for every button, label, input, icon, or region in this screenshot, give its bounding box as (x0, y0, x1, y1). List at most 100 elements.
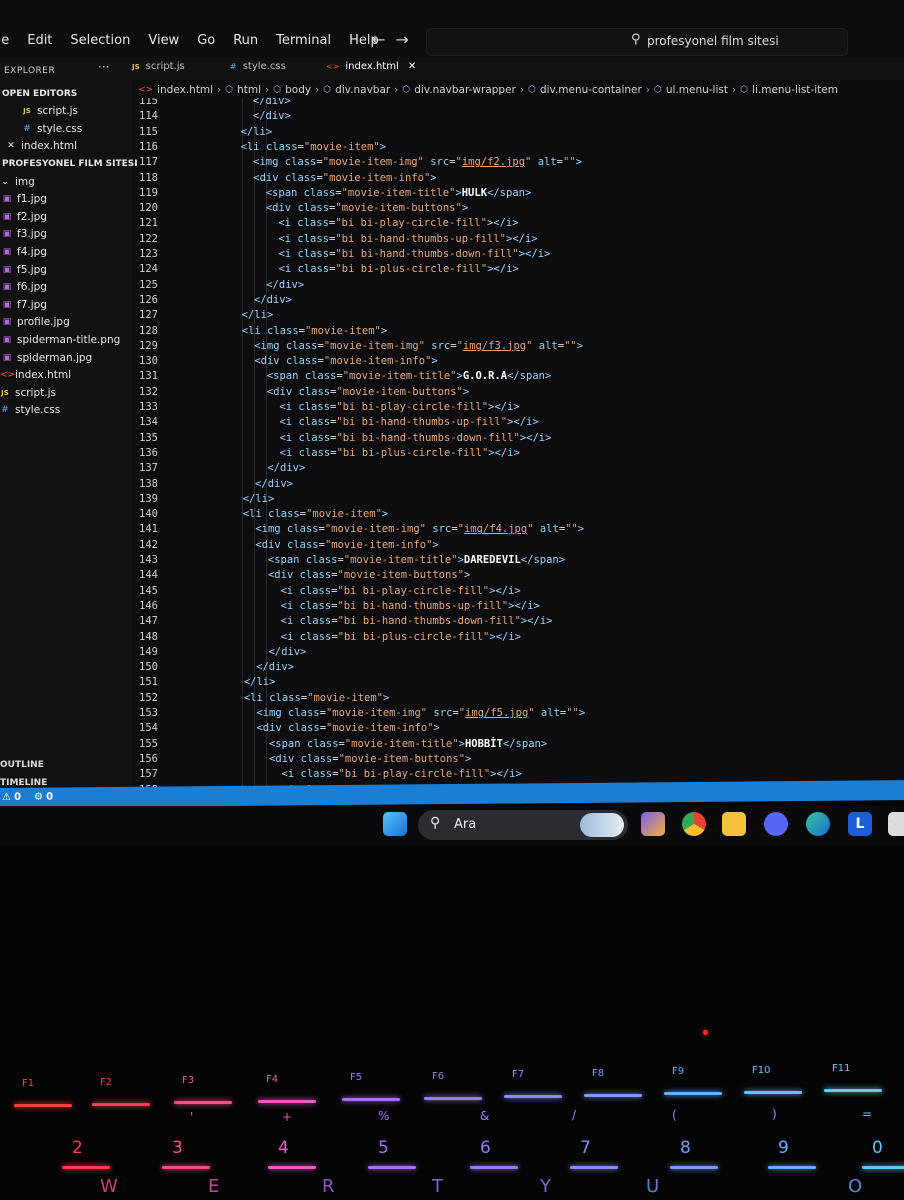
number-key[interactable]: 2 (72, 1138, 83, 1158)
code-line[interactable]: <i class="bi bi-hand-thumbs-up-fill"></i… (281, 600, 540, 612)
l-app-icon[interactable]: L (848, 812, 872, 836)
code-line[interactable]: <i class="bi bi-hand-thumbs-down-fill"><… (279, 248, 551, 260)
code-line[interactable]: </li> (243, 493, 275, 505)
code-line[interactable]: <i class="bi bi-play-circle-fill"></i> (282, 768, 522, 780)
symbol-key[interactable]: ' (190, 1110, 193, 1124)
discord-icon[interactable] (764, 812, 788, 836)
code-line[interactable]: </li> (244, 676, 276, 688)
file-item[interactable]: ▣ f6.jpg (2, 279, 47, 296)
code-line[interactable]: <i class="bi bi-hand-thumbs-down-fill"><… (281, 615, 553, 627)
letter-key[interactable]: T (432, 1176, 443, 1197)
code-line[interactable]: <img class="movie-item-img" src="img/f3.… (254, 340, 583, 352)
code-line[interactable]: <i class="bi bi-plus-circle-fill"></i> (280, 447, 520, 459)
code-line[interactable]: <i class="bi bi-play-circle-fill"></i> (279, 401, 519, 413)
menu-item[interactable]: Run (233, 33, 258, 48)
menu-item[interactable]: Edit (27, 33, 52, 48)
function-key[interactable]: F9 (672, 1066, 684, 1077)
file-explorer-icon[interactable] (722, 812, 746, 836)
code-line[interactable]: </li> (241, 126, 273, 138)
letter-key[interactable]: R (322, 1176, 335, 1197)
open-editor-script[interactable]: JS script.js (22, 103, 78, 120)
chrome-icon[interactable] (682, 812, 706, 836)
copilot-icon[interactable] (641, 812, 665, 836)
code-line[interactable]: </div> (253, 110, 291, 122)
menu-item[interactable]: Go (197, 33, 215, 48)
code-line[interactable]: <span class="movie-item-title">DAREDEVIL… (268, 554, 565, 566)
menu-item[interactable]: ile (0, 33, 9, 48)
number-key[interactable]: 9 (778, 1138, 789, 1158)
file-item[interactable]: ▣ f2.jpg (2, 208, 47, 225)
letter-key[interactable]: Y (540, 1176, 551, 1197)
code-line[interactable]: <i class="bi bi-play-circle-fill"></i> (280, 585, 520, 597)
function-key[interactable]: F11 (832, 1063, 850, 1074)
number-key[interactable]: 0 (872, 1138, 883, 1158)
code-line[interactable]: </div> (254, 294, 292, 306)
code-line[interactable]: <li class="movie-item"> (243, 508, 388, 520)
file-item[interactable]: ▣ f7.jpg (2, 296, 47, 313)
breadcrumb-item[interactable]: html (237, 84, 261, 96)
number-key[interactable]: 5 (378, 1138, 389, 1158)
code-line[interactable]: <li class="movie-item"> (241, 141, 386, 153)
menu-item[interactable]: View (148, 33, 179, 48)
code-line[interactable]: <img class="movie-item-img" src="img/f2.… (253, 156, 582, 168)
symbol-key[interactable]: ( (672, 1108, 677, 1122)
code-line[interactable]: </div> (266, 279, 304, 291)
code-line[interactable]: <span class="movie-item-title">G.O.R.A</… (267, 370, 552, 382)
edge-icon[interactable] (806, 812, 830, 836)
file-item[interactable]: ▣ spiderman.jpg (2, 349, 92, 366)
function-key[interactable]: F10 (752, 1065, 770, 1076)
symbol-key[interactable]: % (378, 1109, 389, 1123)
code-line[interactable]: </div> (256, 661, 294, 673)
code-line[interactable]: </div> (253, 98, 291, 107)
function-key[interactable]: F3 (182, 1075, 194, 1086)
project-section[interactable]: PROFESYONEL FILM SITESI (2, 155, 138, 172)
letter-key[interactable]: W (100, 1176, 118, 1197)
symbol-key[interactable]: & (480, 1109, 489, 1123)
breadcrumb-item[interactable]: li.menu-list-item (752, 84, 838, 96)
function-key[interactable]: F8 (592, 1068, 604, 1079)
taskbar-search[interactable]: ⚲ Ara (418, 810, 628, 840)
number-key[interactable]: 3 (172, 1138, 183, 1158)
command-center-search[interactable]: ⚲ profesyonel film sitesi (426, 28, 848, 56)
code-line[interactable]: </li> (242, 309, 274, 321)
code-line[interactable]: <i class="bi bi-play-circle-fill"></i> (278, 217, 518, 229)
code-line[interactable]: <img class="movie-item-img" src="img/f5.… (256, 707, 585, 719)
ports-status[interactable]: ⚙ 0 (34, 792, 53, 803)
breadcrumb-item[interactable]: body (285, 84, 311, 96)
function-key[interactable]: F7 (512, 1069, 524, 1080)
file-item[interactable]: ▣ f4.jpg (2, 243, 47, 260)
file-item[interactable]: ▣ f5.jpg (2, 261, 47, 278)
code-line[interactable]: <i class="bi bi-plus-circle-fill"></i> (279, 263, 519, 275)
code-line[interactable]: </div> (255, 478, 293, 490)
code-line[interactable]: <div class="movie-item-buttons"> (268, 569, 470, 581)
file-style[interactable]: # style.css (0, 402, 60, 419)
file-item[interactable]: ▣ profile.jpg (2, 314, 70, 331)
file-item[interactable]: ▣ spiderman-title.png (2, 331, 121, 348)
code-line[interactable]: <div class="movie-item-buttons"> (269, 753, 471, 765)
code-line[interactable]: <i class="bi bi-plus-circle-fill"></i> (281, 631, 521, 643)
menu-item[interactable]: Selection (70, 33, 130, 48)
letter-key[interactable]: O (848, 1176, 862, 1197)
code-editor[interactable]: 115 </div> 114 </div> 115 </li> 116 <li class="… (132, 98, 904, 788)
code-line[interactable]: <li class="movie-item"> (242, 325, 387, 337)
code-line[interactable]: <li class="movie-item"> (244, 692, 389, 704)
code-line[interactable]: </div> (267, 462, 305, 474)
code-line[interactable]: <div class="movie-item-info"> (256, 722, 439, 734)
menu-item[interactable]: Terminal (276, 33, 331, 48)
code-line[interactable]: <i class="bi bi-hand-thumbs-down-fill"><… (280, 432, 552, 444)
open-editor-style[interactable]: # style.css (22, 120, 82, 137)
code-line[interactable]: <div class="movie-item-buttons"> (266, 202, 468, 214)
breadcrumb-item[interactable]: div.navbar (335, 84, 390, 96)
file-index[interactable]: <> index.html (0, 367, 71, 384)
function-key[interactable]: F4 (266, 1074, 278, 1085)
code-line[interactable]: </div> (268, 646, 306, 658)
number-key[interactable]: 4 (278, 1138, 289, 1158)
file-item[interactable]: ▣ f3.jpg (2, 226, 47, 243)
code-line[interactable]: <span class="movie-item-title">HULK</spa… (266, 187, 532, 199)
code-line[interactable]: <img class="movie-item-img" src="img/f4.… (255, 523, 584, 535)
symbol-key[interactable]: ) (772, 1107, 777, 1121)
code-line[interactable]: <div class="movie-item-info"> (255, 539, 438, 551)
nav-arrows[interactable]: ←→ (372, 30, 419, 49)
code-line[interactable]: <span class="movie-item-title">HOBBİT</s… (269, 738, 547, 750)
tab-index-html[interactable]: <> index.html ✕ (326, 61, 416, 72)
